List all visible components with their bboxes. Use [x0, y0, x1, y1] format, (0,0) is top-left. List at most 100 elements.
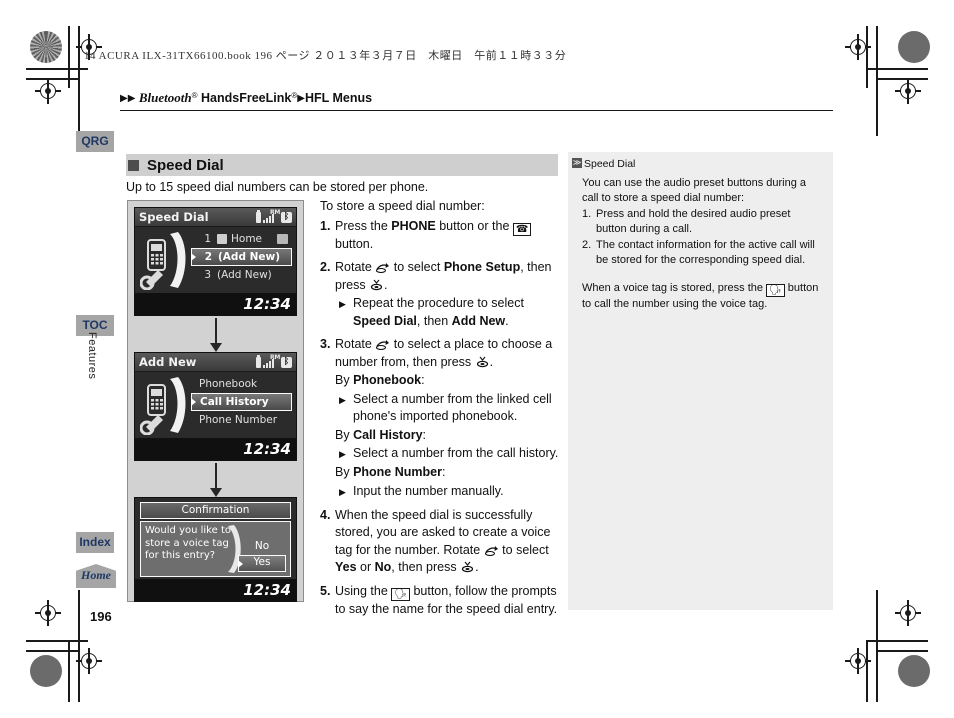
step-text-part: , then press — [391, 560, 461, 574]
note-list: 1. Press and hold the desired audio prese… — [582, 207, 821, 268]
note-paragraph-1: You can use the audio preset buttons dur… — [582, 177, 807, 204]
battery-icon — [256, 354, 261, 368]
press-knob-icon — [461, 561, 474, 573]
breadcrumb: ▶▶ Bluetooth® HandsFreeLink®▶HFL Menus — [120, 90, 372, 106]
breadcrumb-item-handsfreelink: HandsFreeLink — [201, 91, 292, 105]
registration-mark — [35, 600, 61, 626]
step-emphasis: Yes — [335, 560, 357, 574]
step-3-by-phonebook: By Phonebook: — [335, 372, 560, 390]
section-bullet-icon — [128, 159, 139, 171]
note-list-text: Press and hold the desired audio preset … — [596, 208, 791, 235]
crop-line — [876, 26, 878, 136]
list-item[interactable]: 3 (Add New) — [191, 266, 292, 284]
device-titlebar: Speed Dial RM ᛒ — [135, 208, 296, 227]
device-content: Phonebook Call History Phone Number — [135, 372, 296, 438]
side-note-panel: ≫ Speed Dial You can use the audio prese… — [568, 152, 833, 610]
by-emphasis: Call History — [353, 427, 423, 442]
selection-cursor-icon — [238, 559, 243, 568]
crop-line — [68, 640, 70, 702]
section-heading: Speed Dial — [126, 154, 558, 176]
talk-button-icon: 🗣 — [766, 284, 785, 297]
step-emphasis: PHONE — [391, 218, 436, 233]
list-item-index: 2 — [204, 251, 212, 263]
substep-text-part: . — [505, 313, 509, 328]
list-item-label: Home — [231, 233, 263, 245]
sidebar-vertical-label: Features — [86, 332, 98, 380]
substep-arrow-icon: ▶ — [339, 299, 346, 309]
note-title: Speed Dial — [584, 158, 636, 170]
phone-wrench-illustration-icon — [140, 232, 186, 290]
step-number: 2. — [320, 260, 331, 274]
confirmation-option-yes[interactable]: Yes — [238, 555, 286, 572]
note-heading: ≫ Speed Dial — [568, 152, 833, 170]
substep-emphasis: Add New — [451, 313, 506, 328]
list-item-label: Call History — [200, 396, 269, 408]
step-3-substep-call-history: ▶ Select a number from the call history. — [335, 445, 560, 463]
step-text-part: button. — [335, 236, 374, 251]
note-list-number: 2. — [582, 239, 592, 251]
rotary-knob-icon — [376, 263, 390, 273]
device-clock: 12:34 — [243, 440, 291, 458]
sidebar-tab-home[interactable]: Home — [76, 568, 116, 583]
selection-cursor-icon — [191, 398, 196, 406]
list-item-selected[interactable]: 2 (Add New) — [191, 248, 292, 266]
list-item[interactable]: 1 Home — [191, 230, 292, 248]
list-item-selected[interactable]: Call History — [191, 393, 292, 411]
roaming-label: RM — [270, 354, 280, 361]
step-text-part: Rotate — [335, 260, 376, 274]
device-titlebar: Add New RM ᛒ — [135, 353, 296, 372]
breadcrumb-arrow-icon: ▶ — [127, 93, 136, 104]
note-list-number: 1. — [582, 208, 592, 220]
battery-icon — [256, 209, 261, 223]
registration-mark — [35, 78, 61, 104]
step-text-part: Press the — [335, 218, 392, 233]
list-item[interactable]: Phone Number — [191, 411, 292, 429]
by-prefix: By — [335, 427, 354, 442]
step-text-part: to select — [498, 542, 549, 557]
note-spacer — [582, 268, 821, 281]
device-list: Phonebook Call History Phone Number — [191, 375, 292, 429]
step-number: 1. — [320, 218, 331, 233]
by-suffix: : — [421, 373, 425, 387]
confirmation-option-no[interactable]: No — [238, 540, 286, 552]
step-text-part: . — [475, 560, 479, 574]
note-list-text: The contact information for the active c… — [596, 239, 815, 266]
step-5: 5. Using the 🗣 button, follow the prompt… — [320, 583, 560, 619]
step-text-part: . — [384, 277, 388, 292]
list-item[interactable]: Phonebook — [191, 375, 292, 393]
breadcrumb-arrow-icon: ▶ — [120, 93, 128, 104]
screenshot-column: Speed Dial RM ᛒ 1 Home 2 (Add New) 3 (Ad… — [127, 200, 304, 602]
sidebar-tab-qrg[interactable]: QRG — [76, 131, 114, 152]
note-text-part: When a voice tag is stored, press the — [582, 282, 767, 294]
registration-mark — [845, 34, 871, 60]
by-prefix: By — [335, 373, 354, 387]
substep-text: Repeat the procedure to select Speed Dia… — [353, 295, 560, 330]
device-clock: 12:34 — [243, 295, 291, 313]
section-title: Speed Dial — [147, 156, 224, 174]
step-2-substep: ▶ Repeat the procedure to select Speed D… — [335, 295, 560, 330]
sidebar-tab-index[interactable]: Index — [76, 532, 114, 553]
note-list-item: 2. The contact information for the active… — [582, 238, 821, 268]
breadcrumb-item-bluetooth: Bluetooth — [138, 90, 192, 105]
roaming-label: RM — [270, 209, 280, 216]
rotary-knob-icon — [484, 545, 498, 556]
registration-mark — [895, 600, 921, 626]
rotary-knob-icon — [376, 340, 390, 350]
list-item-label: Phonebook — [199, 378, 258, 390]
step-text-part: . — [489, 354, 494, 369]
phone-handset-icon: ☎ — [512, 222, 532, 236]
device-title: Speed Dial — [139, 210, 209, 224]
steps-lead: To store a speed dial number: — [320, 199, 485, 213]
signal-strength-icon: RM — [263, 354, 280, 368]
step-number: 3. — [320, 337, 331, 351]
device-list: 1 Home 2 (Add New) 3 (Add New) — [191, 230, 292, 284]
device-title: Add New — [139, 355, 197, 369]
device-status-icons: RM ᛒ — [256, 354, 292, 368]
confirmation-option-yes-label: Yes — [253, 556, 271, 568]
confirmation-title: Confirmation — [140, 502, 291, 519]
instruction-steps: To store a speed dial number: 1. Press t… — [320, 198, 560, 618]
substep-arrow-icon: ▶ — [339, 449, 346, 459]
page-number: 196 — [90, 609, 112, 624]
step-emphasis: No — [374, 560, 392, 574]
step-3-substep-phonebook: ▶ Select a number from the linked cell ph… — [335, 391, 560, 426]
